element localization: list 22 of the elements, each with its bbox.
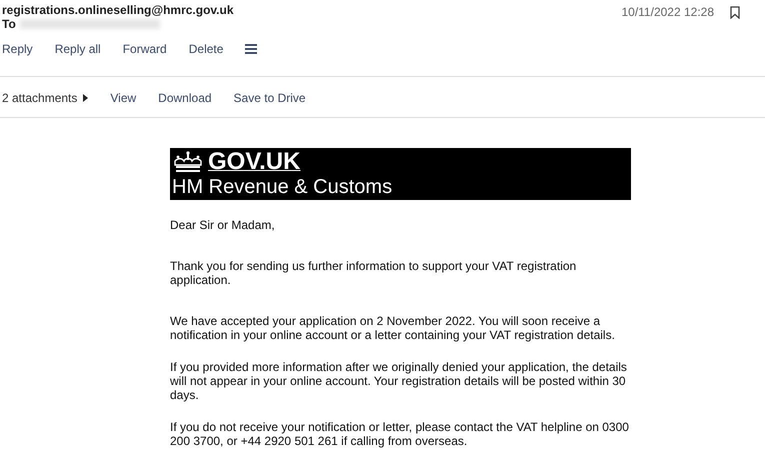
govuk-logo-text[interactable]: GOV.UK xyxy=(208,149,300,175)
attachment-action-link[interactable]: Save to Drive xyxy=(234,91,306,105)
department-name: HM Revenue & Customs xyxy=(172,175,394,199)
to-label: To xyxy=(2,17,16,31)
action-link[interactable]: Delete xyxy=(188,42,224,56)
attachment-action-link[interactable]: Download xyxy=(158,91,212,105)
action-link[interactable]: Reply xyxy=(2,42,33,56)
crown-icon xyxy=(172,151,204,173)
caret-icon[interactable] xyxy=(83,94,88,102)
attachments-count[interactable]: 2 attachments xyxy=(2,91,78,105)
action-link[interactable]: Reply all xyxy=(54,42,101,56)
email-date: 10/11/2022 12:28 xyxy=(621,5,714,19)
attachment-action-link[interactable]: View xyxy=(110,91,136,105)
email-paragraph: Dear Sir or Madam, xyxy=(170,218,276,232)
menu-icon[interactable] xyxy=(245,44,258,54)
email-paragraph: If you do not receive your notification or letter, please contact the VAT helpline on 0300 200 3700, or +44 2920 501 261 if calling from overseas. xyxy=(170,420,630,448)
bookmark-icon[interactable] xyxy=(730,6,740,19)
email-paragraph: We have accepted your application on 2 November 2022. You will soon receive a notification in your online account or a letter containing your VAT registration details. xyxy=(170,314,616,342)
email-paragraph: If you provided more information after we originally denied your application, the details will not appear in your online account. Your registration details will be posted within 30 days. xyxy=(170,360,628,402)
sender-address: registrations.onlineselling@hmrc.gov.uk xyxy=(2,3,234,17)
action-link[interactable]: Forward xyxy=(122,42,167,56)
email-paragraph: Thank you for sending us further information to support your VAT registration application. xyxy=(170,259,578,287)
